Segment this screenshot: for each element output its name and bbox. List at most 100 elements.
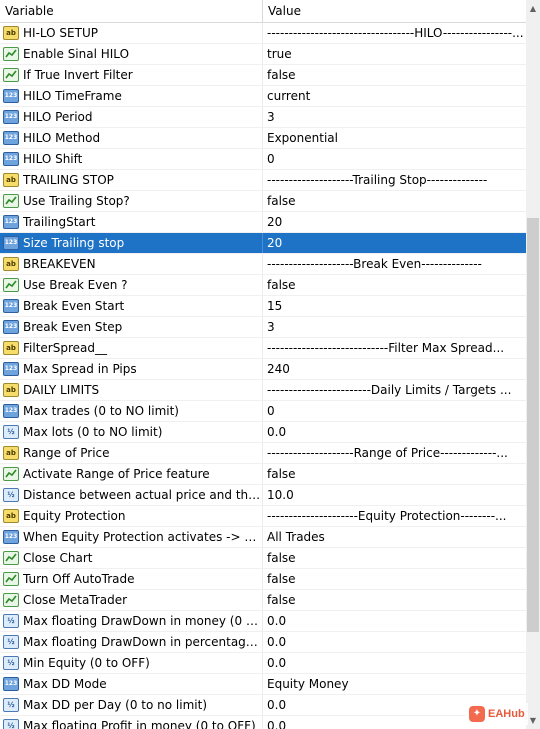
value-cell[interactable]: 240 <box>263 359 526 379</box>
column-header-value[interactable]: Value <box>263 0 526 22</box>
variable-cell[interactable]: ab DAILY LIMITS <box>0 380 263 400</box>
value-cell[interactable]: 0.0 <box>263 632 526 652</box>
variable-cell[interactable]: ½ Max floating DrawDown in percentage ... <box>0 632 263 652</box>
value-cell[interactable]: ------------------------Daily Limits / T… <box>263 380 526 400</box>
table-row[interactable]: Use Break Even ? false <box>0 275 526 296</box>
variable-cell[interactable]: Use Break Even ? <box>0 275 263 295</box>
table-row[interactable]: ab HI-LO SETUP ---------------------------… <box>0 23 526 44</box>
table-row[interactable]: 123 Size Trailing stop 20 <box>0 233 526 254</box>
value-cell[interactable]: ---------------------Equity Protection--… <box>263 506 526 526</box>
variable-cell[interactable]: ab BREAKEVEN <box>0 254 263 274</box>
value-cell[interactable]: 3 <box>263 317 526 337</box>
value-cell[interactable]: --------------------Range of Price------… <box>263 443 526 463</box>
table-row[interactable]: ½ Min Equity (0 to OFF) 0.0 <box>0 653 526 674</box>
variable-cell[interactable]: 123 Break Even Start <box>0 296 263 316</box>
table-row[interactable]: Use Trailing Stop? false <box>0 191 526 212</box>
value-cell[interactable]: false <box>263 548 526 568</box>
table-row[interactable]: ½ Distance between actual price and the i… <box>0 485 526 506</box>
table-row[interactable]: ½ Max floating Profit in money (0 to OFF)… <box>0 716 526 729</box>
table-row[interactable]: ½ Max floating DrawDown in money (0 to ..… <box>0 611 526 632</box>
value-cell[interactable]: 0 <box>263 149 526 169</box>
value-cell[interactable]: 20 <box>263 233 526 253</box>
table-row[interactable]: 123 TrailingStart 20 <box>0 212 526 233</box>
value-cell[interactable]: --------------------Break Even----------… <box>263 254 526 274</box>
value-cell[interactable]: false <box>263 275 526 295</box>
value-cell[interactable]: Exponential <box>263 128 526 148</box>
table-row[interactable]: 123 Max DD Mode Equity Money <box>0 674 526 695</box>
value-cell[interactable]: --------------------Trailing Stop-------… <box>263 170 526 190</box>
value-cell[interactable]: ----------------------------------HILO--… <box>263 23 526 43</box>
table-row[interactable]: ½ Max DD per Day (0 to no limit) 0.0 <box>0 695 526 716</box>
table-row[interactable]: 123 Max trades (0 to NO limit) 0 <box>0 401 526 422</box>
variable-cell[interactable]: 123 Max DD Mode <box>0 674 263 694</box>
value-cell[interactable]: Equity Money <box>263 674 526 694</box>
value-cell[interactable]: 0.0 <box>263 422 526 442</box>
table-row[interactable]: ab DAILY LIMITS ------------------------Da… <box>0 380 526 401</box>
table-row[interactable]: 123 HILO TimeFrame current <box>0 86 526 107</box>
variable-cell[interactable]: ½ Max lots (0 to NO limit) <box>0 422 263 442</box>
scroll-up-icon[interactable]: ▲ <box>526 0 540 17</box>
value-cell[interactable]: 0.0 <box>263 611 526 631</box>
value-cell[interactable]: 3 <box>263 107 526 127</box>
variable-cell[interactable]: 123 Max Spread in Pips <box>0 359 263 379</box>
value-cell[interactable]: false <box>263 191 526 211</box>
table-row[interactable]: 123 HILO Shift 0 <box>0 149 526 170</box>
table-row[interactable]: 123 Break Even Step 3 <box>0 317 526 338</box>
variable-cell[interactable]: Use Trailing Stop? <box>0 191 263 211</box>
variable-cell[interactable]: ab Range of Price <box>0 443 263 463</box>
value-cell[interactable]: 0.0 <box>263 653 526 673</box>
value-cell[interactable]: 0 <box>263 401 526 421</box>
table-row[interactable]: Close Chart false <box>0 548 526 569</box>
value-cell[interactable]: 15 <box>263 296 526 316</box>
value-cell[interactable]: All Trades <box>263 527 526 547</box>
scroll-down-icon[interactable]: ▼ <box>526 712 540 729</box>
table-row[interactable]: 123 Break Even Start 15 <box>0 296 526 317</box>
variable-cell[interactable]: 123 Size Trailing stop <box>0 233 263 253</box>
table-row[interactable]: If True Invert Filter false <box>0 65 526 86</box>
vertical-scrollbar[interactable]: ▲ ▼ <box>526 0 540 729</box>
table-row[interactable]: ½ Max floating DrawDown in percentage ...… <box>0 632 526 653</box>
variable-cell[interactable]: ab FilterSpread__ <box>0 338 263 358</box>
table-row[interactable]: Turn Off AutoTrade false <box>0 569 526 590</box>
table-row[interactable]: 123 HILO Period 3 <box>0 107 526 128</box>
variable-cell[interactable]: ½ Max floating Profit in money (0 to OFF) <box>0 716 263 729</box>
table-row[interactable]: Close MetaTrader false <box>0 590 526 611</box>
variable-cell[interactable]: ab Equity Protection <box>0 506 263 526</box>
variable-cell[interactable]: 123 HILO Period <box>0 107 263 127</box>
table-row[interactable]: 123 When Equity Protection activates -> C… <box>0 527 526 548</box>
variable-cell[interactable]: ½ Min Equity (0 to OFF) <box>0 653 263 673</box>
table-row[interactable]: ab FilterSpread__ ------------------------… <box>0 338 526 359</box>
value-cell[interactable]: true <box>263 44 526 64</box>
variable-cell[interactable]: Enable Sinal HILO <box>0 44 263 64</box>
table-row[interactable]: ab Range of Price --------------------Rang… <box>0 443 526 464</box>
table-row[interactable]: ab Equity Protection ---------------------… <box>0 506 526 527</box>
table-row[interactable]: 123 HILO Method Exponential <box>0 128 526 149</box>
variable-cell[interactable]: 123 When Equity Protection activates -> C… <box>0 527 263 547</box>
variable-cell[interactable]: 123 HILO TimeFrame <box>0 86 263 106</box>
variable-cell[interactable]: 123 Break Even Step <box>0 317 263 337</box>
variable-cell[interactable]: 123 Max trades (0 to NO limit) <box>0 401 263 421</box>
variable-cell[interactable]: If True Invert Filter <box>0 65 263 85</box>
variable-cell[interactable]: ½ Distance between actual price and the i… <box>0 485 263 505</box>
table-row[interactable]: ab TRAILING STOP --------------------Trail… <box>0 170 526 191</box>
variable-cell[interactable]: Close MetaTrader <box>0 590 263 610</box>
value-cell[interactable]: false <box>263 464 526 484</box>
variable-cell[interactable]: Turn Off AutoTrade <box>0 569 263 589</box>
value-cell[interactable]: false <box>263 569 526 589</box>
variable-cell[interactable]: ½ Max DD per Day (0 to no limit) <box>0 695 263 715</box>
variable-cell[interactable]: 123 TrailingStart <box>0 212 263 232</box>
variable-cell[interactable]: ab HI-LO SETUP <box>0 23 263 43</box>
table-row[interactable]: ½ Max lots (0 to NO limit) 0.0 <box>0 422 526 443</box>
variable-cell[interactable]: Close Chart <box>0 548 263 568</box>
value-cell[interactable]: 20 <box>263 212 526 232</box>
variable-cell[interactable]: 123 HILO Shift <box>0 149 263 169</box>
table-row[interactable]: Activate Range of Price feature false <box>0 464 526 485</box>
value-cell[interactable]: false <box>263 590 526 610</box>
variable-cell[interactable]: ½ Max floating DrawDown in money (0 to ..… <box>0 611 263 631</box>
table-row[interactable]: ab BREAKEVEN --------------------Break Eve… <box>0 254 526 275</box>
table-row[interactable]: 123 Max Spread in Pips 240 <box>0 359 526 380</box>
scroll-thumb[interactable] <box>527 218 539 632</box>
value-cell[interactable]: current <box>263 86 526 106</box>
value-cell[interactable]: 10.0 <box>263 485 526 505</box>
table-row[interactable]: Enable Sinal HILO true <box>0 44 526 65</box>
